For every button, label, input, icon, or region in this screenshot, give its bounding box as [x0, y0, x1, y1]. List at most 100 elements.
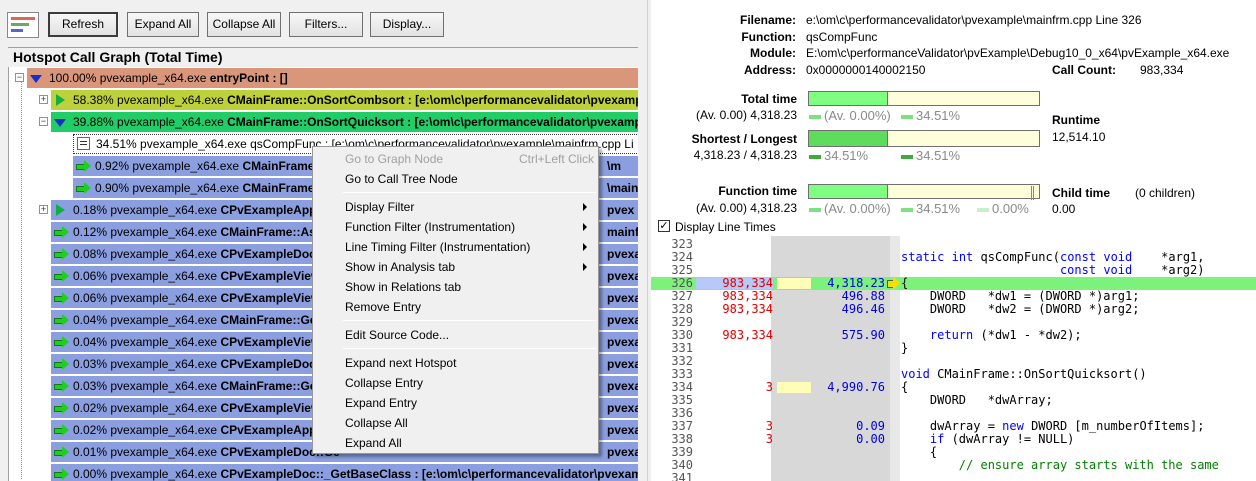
menu-item-function-filter-instrumentation[interactable]: Function Filter (Instrumentation) — [315, 217, 596, 237]
display-button[interactable]: Display... — [370, 12, 444, 37]
menu-item-label: Go to Call Tree Node — [345, 172, 458, 186]
tree-row-label: 0.06% pvexample_x64.exe CPvExampleView::… — [73, 266, 337, 286]
tree-row-label: 0.92% pvexample_x64.exe CMainFrame::pop — [95, 156, 344, 176]
child-time-label: Child time — [1052, 186, 1111, 200]
menu-item-line-timing-filter-instrumentation[interactable]: Line Timing Filter (Instrumentation) — [315, 237, 596, 257]
tree-row-path-tail: pvexamp — [607, 379, 638, 393]
menu-item-go-to-graph-node[interactable]: Go to Graph Node Ctrl+Left Click — [315, 149, 596, 169]
runtime-value: 12,514.10 — [1052, 130, 1106, 144]
menu-item-show-in-analysis-tab[interactable]: Show in Analysis tab — [315, 257, 596, 277]
shortest-longest-value: 4,318.23 / 4,318.23 — [693, 148, 797, 162]
tree-row-module: pvexample_x64.exe — [110, 401, 218, 415]
tree-row-percent: 0.02% — [73, 423, 108, 437]
collapse-all-button[interactable]: Collapse All — [207, 12, 281, 37]
line-hit-count: 3 — [765, 419, 773, 433]
tree-row-module: pvexample_x64.exe — [140, 137, 247, 151]
call-count-label: Call Count: — [1052, 63, 1116, 77]
collapse-toggle-icon[interactable]: − — [39, 117, 48, 126]
total-time-label: Total time — [741, 92, 797, 106]
menu-item-show-in-relations-tab[interactable]: Show in Relations tab — [315, 277, 596, 297]
menu-separator — [343, 348, 596, 349]
menu-item-label: Collapse All — [345, 416, 408, 430]
tree-row-module: pvexample_x64.exe — [117, 115, 224, 129]
expand-all-button[interactable]: Expand All — [127, 12, 199, 37]
collapsed-node-icon — [56, 204, 65, 216]
total-time-legend-pct-text: 34.51% — [916, 108, 961, 123]
tree-row[interactable]: 100.00% pvexample_x64.exe entryPoint : [… — [27, 68, 638, 88]
tree-row-label: 100.00% pvexample_x64.exe entryPoint : [… — [49, 68, 288, 88]
total-time-bar-fill — [809, 92, 888, 105]
longest-legend: 34.51% — [901, 148, 960, 163]
function-value: qsCompFunc — [806, 30, 878, 44]
filters-button[interactable]: Filters... — [289, 12, 363, 37]
hotspot-graph-title: Hotspot Call Graph (Total Time) — [8, 47, 638, 67]
menu-item-label: Go to Graph Node — [345, 152, 444, 166]
code-line[interactable]: 330 983,334 575.90 return (*dw1 - *dw2); — [651, 329, 1256, 342]
line-time: 4,990.76 — [827, 380, 885, 394]
tree-row-percent: 39.88% — [73, 115, 114, 129]
tree-row[interactable]: 58.38% pvexample_x64.exe CMainFrame::OnS… — [51, 90, 638, 110]
shortest-legend-text: 34.51% — [824, 148, 869, 163]
menu-item-go-to-call-tree-node[interactable]: Go to Call Tree Node — [315, 169, 596, 189]
menu-item-label: Remove Entry — [345, 300, 422, 314]
tree-row-percent: 0.06% — [73, 291, 108, 305]
menu-item-label: Show in Relations tab — [345, 280, 462, 294]
performance-validator-window: Refresh Expand All Collapse All Filters.… — [0, 0, 1256, 481]
line-time: 575.90 — [841, 328, 885, 342]
code-line[interactable]: 341 — [651, 472, 1256, 481]
details-pane: Filename: e:\om\c\performancevalidator\p… — [651, 0, 1256, 481]
function-time-legend-avg: (Av. 0.00%) — [809, 201, 891, 216]
tree-row-function: CMainFrame::OnSortCombsort : [e:\om\c\pe… — [227, 93, 638, 107]
menu-item-expand-entry[interactable]: Expand Entry — [315, 393, 596, 413]
menu-separator — [343, 320, 596, 321]
tree-row-label: 58.38% pvexample_x64.exe CMainFrame::OnS… — [73, 90, 638, 110]
collapse-toggle-icon[interactable]: − — [15, 73, 24, 82]
code-line[interactable]: 333 void CMainFrame::OnSortQuicksort() — [651, 368, 1256, 381]
expand-toggle-icon[interactable]: + — [39, 95, 48, 104]
source-code-view[interactable]: 323 324 static int qsCompFunc(const void *… — [651, 236, 1256, 481]
code-line[interactable]: 331} — [651, 342, 1256, 355]
tree-row-label: 0.90% pvexample_x64.exe CMainFrame::che — [95, 178, 343, 198]
function-time-bar-fill — [809, 185, 888, 198]
code-line[interactable]: 340 // ensure array starts with the same — [651, 459, 1256, 472]
tree-row-module: pvexample_x64.exe — [110, 291, 218, 305]
menu-item-expand-next-hotspot[interactable]: Expand next Hotspot — [315, 353, 596, 373]
tree-row[interactable]: 39.88% pvexample_x64.exe CMainFrame::OnS… — [51, 112, 638, 132]
child-call-arrow-icon — [54, 468, 69, 480]
child-call-arrow-icon — [54, 380, 69, 392]
menu-item-edit-source-code[interactable]: Edit Source Code... — [315, 325, 596, 345]
display-line-times-label: Display Line Times — [675, 220, 776, 234]
module-value: E:\om\c\performanceValidator\pvExample\D… — [806, 46, 1230, 60]
total-time-value: (Av. 0.00) 4,318.23 — [696, 108, 797, 122]
collapsed-node-icon — [56, 94, 65, 106]
code-line[interactable]: 335 DWORD *dwArray; — [651, 394, 1256, 407]
menu-item-expand-all[interactable]: Expand All — [315, 433, 596, 453]
menu-item-collapse-entry[interactable]: Collapse Entry — [315, 373, 596, 393]
tree-row-path-tail: pvexamp — [607, 313, 638, 327]
view-mode-icon[interactable] — [7, 12, 39, 38]
code-line[interactable]: 328 983,334 496.46 DWORD *dw2 = (DWORD *)a… — [651, 303, 1256, 316]
tree-row-percent: 0.06% — [73, 269, 108, 283]
shortest-longest-bar — [808, 130, 1040, 147]
tree-row-path-tail: pvexamp — [607, 445, 638, 459]
tree-row-percent: 0.01% — [73, 445, 108, 459]
menu-item-label: Collapse Entry — [345, 376, 424, 390]
tree-row-module: pvexample_x64.exe — [110, 313, 218, 327]
tree-row-label: 0.03% pvexample_x64.exe CMainFrame::GetR… — [73, 376, 336, 396]
shortest-longest-bar-fill — [809, 131, 888, 146]
tree-row-percent: 0.18% — [73, 203, 108, 217]
tree-row-label: 0.08% pvexample_x64.exe CPvExampleDoc::A… — [73, 244, 339, 264]
menu-item-display-filter[interactable]: Display Filter — [315, 197, 596, 217]
display-line-times-checkbox[interactable]: ✓ — [658, 220, 670, 232]
function-time-legend-avg-text: (Av. 0.00%) — [824, 201, 891, 216]
tree-row-path-tail: mainfr — [607, 225, 638, 239]
expand-toggle-icon[interactable]: + — [39, 205, 48, 214]
total-time-legend-avg: (Av. 0.00%) — [809, 108, 891, 123]
code-line[interactable]: 338 3 0.00 if (dwArray != NULL) — [651, 433, 1256, 446]
tree-row[interactable]: 0.00% pvexample_x64.exe CPvExampleDoc::_… — [51, 464, 638, 481]
refresh-button[interactable]: Refresh — [48, 12, 118, 37]
menu-item-collapse-all[interactable]: Collapse All — [315, 413, 596, 433]
menu-item-remove-entry[interactable]: Remove Entry — [315, 297, 596, 317]
child-time-legend-pct-text: 0.00% — [992, 201, 1029, 216]
child-call-arrow-icon — [76, 160, 91, 172]
